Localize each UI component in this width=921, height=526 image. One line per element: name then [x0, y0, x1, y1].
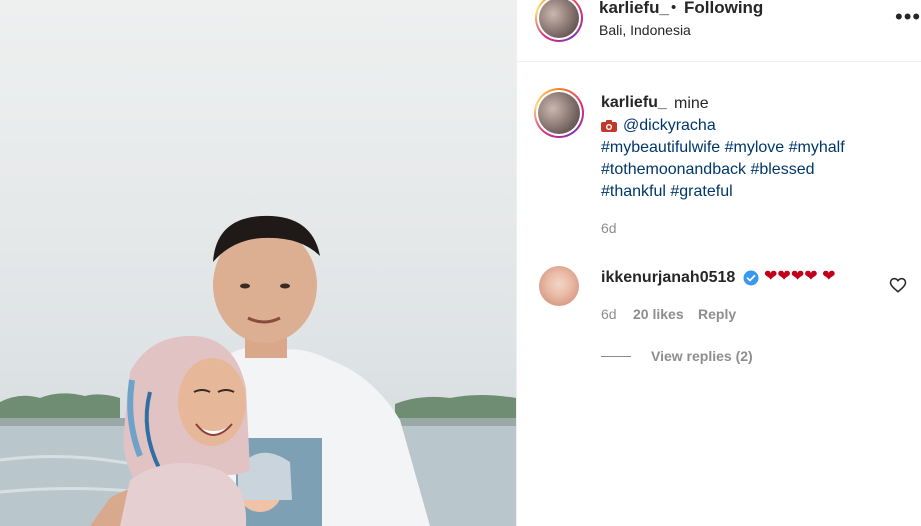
- hashtags-line-3[interactable]: #thankful #grateful: [601, 183, 733, 201]
- commenter-username[interactable]: ikkenurjanah0518: [601, 269, 735, 287]
- hashtags-line-2[interactable]: #tothemoonandback #blessed: [601, 161, 815, 179]
- post-location[interactable]: Bali, Indonesia: [599, 22, 691, 38]
- camera-icon: [601, 120, 617, 132]
- following-button[interactable]: Following: [684, 0, 763, 18]
- mention-link[interactable]: @dickyracha: [623, 117, 716, 135]
- commenter-avatar[interactable]: [539, 266, 579, 306]
- view-replies-button[interactable]: View replies (2): [651, 348, 753, 364]
- caption-text: mine: [674, 95, 709, 112]
- heart-outline-icon[interactable]: [889, 276, 907, 294]
- post-photo[interactable]: [0, 0, 516, 526]
- caption-username[interactable]: karliefu_: [601, 94, 667, 112]
- comment-likes[interactable]: 20 likes: [633, 306, 684, 322]
- reply-button[interactable]: Reply: [698, 306, 736, 322]
- comment-text: ❤❤❤❤ ❤: [764, 268, 836, 285]
- photo-illustration: [0, 215, 516, 526]
- header-separator: •: [671, 0, 677, 16]
- hashtags-line-1[interactable]: #mybeautifulwife #mylove #myhalf: [601, 139, 845, 157]
- post-details-panel: karliefu_ • Following Bali, Indonesia ••…: [516, 0, 921, 526]
- reply-divider: [601, 356, 631, 357]
- post-header: karliefu_ • Following Bali, Indonesia ••…: [517, 0, 921, 62]
- more-horizontal-icon[interactable]: •••: [895, 4, 921, 30]
- caption-avatar[interactable]: [534, 88, 584, 138]
- verified-badge-icon: [743, 270, 759, 286]
- author-avatar[interactable]: [535, 0, 583, 42]
- comment-timestamp[interactable]: 6d: [601, 306, 617, 322]
- caption-timestamp[interactable]: 6d: [601, 220, 617, 236]
- author-username[interactable]: karliefu_: [599, 0, 669, 18]
